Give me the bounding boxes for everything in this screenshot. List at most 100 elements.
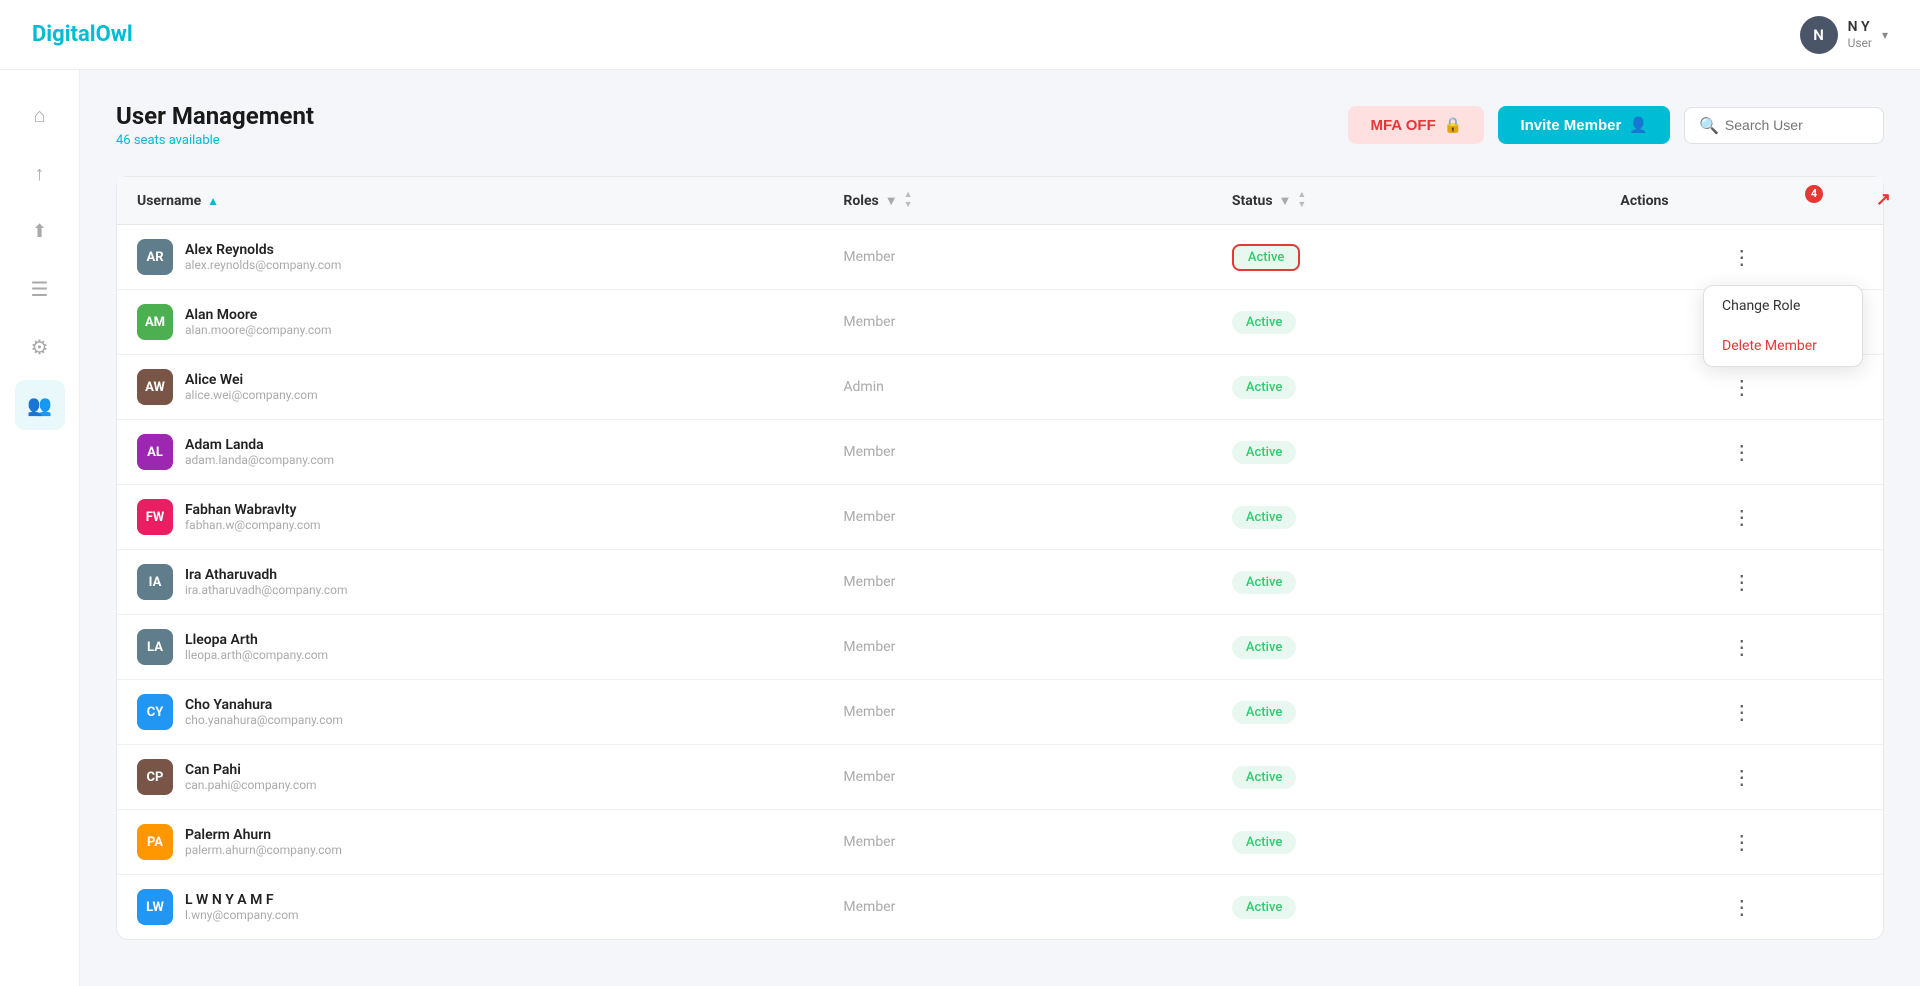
username-cell: LA Lleopa Arth lleopa.arth@company.com: [117, 615, 823, 680]
table-row: PA Palerm Ahurn palerm.ahurn@company.com…: [117, 810, 1883, 875]
user-cell: CP Can Pahi can.pahi@company.com: [137, 759, 803, 795]
page-title: User Management: [116, 102, 314, 130]
user-email: ira.atharuvadh@company.com: [185, 583, 348, 597]
user-info-cell: Palerm Ahurn palerm.ahurn@company.com: [185, 827, 342, 857]
table-row: LA Lleopa Arth lleopa.arth@company.com M…: [117, 615, 1883, 680]
user-cell: LA Lleopa Arth lleopa.arth@company.com: [137, 629, 803, 665]
table-row: CY Cho Yanahura cho.yanahura@company.com…: [117, 680, 1883, 745]
status-cell: Active: [1212, 745, 1601, 810]
user-avatar-small: LW: [137, 889, 173, 925]
sort-roles[interactable]: ▲ ▼: [904, 191, 913, 210]
username-text: Palerm Ahurn: [185, 827, 342, 843]
filter-status-icon[interactable]: ▼: [1279, 193, 1292, 209]
sort-up-icon: ▲: [1297, 191, 1306, 200]
more-actions-button[interactable]: ⋮: [1724, 501, 1760, 534]
table-body: AR Alex Reynolds alex.reynolds@company.c…: [117, 225, 1883, 940]
username-text: Alex Reynolds: [185, 242, 341, 258]
actions-dropdown: Change Role Delete Member: [1703, 285, 1863, 367]
user-info-cell: L W N Y A M F l.wny@company.com: [185, 892, 299, 922]
sidebar-item-files[interactable]: ☰: [15, 264, 65, 314]
actions-cell: ⋮: [1600, 225, 1883, 290]
role-cell: Member: [823, 745, 1212, 810]
sidebar-item-settings[interactable]: ⚙: [15, 322, 65, 372]
search-box[interactable]: 🔍: [1684, 107, 1884, 144]
role-cell: Member: [823, 810, 1212, 875]
table-row: AR Alex Reynolds alex.reynolds@company.c…: [117, 225, 1883, 290]
change-role-option[interactable]: Change Role: [1704, 286, 1862, 326]
filter-roles-icon[interactable]: ▼: [885, 193, 898, 209]
user-display-name: N Y: [1848, 18, 1872, 36]
sort-status[interactable]: ▲ ▼: [1297, 191, 1306, 210]
status-cell: Active: [1212, 290, 1601, 355]
status-cell: Active: [1212, 875, 1601, 940]
role-cell: Member: [823, 420, 1212, 485]
more-actions-button[interactable]: ⋮: [1724, 761, 1760, 794]
sidebar-item-users[interactable]: 👥: [15, 380, 65, 430]
users-icon: 👥: [27, 393, 52, 417]
search-input[interactable]: [1725, 117, 1865, 133]
user-table: Username ▲ Roles ▼ ▲ ▼: [117, 177, 1883, 939]
sidebar-item-upload[interactable]: ⬆: [15, 206, 65, 256]
user-cell: FW Fabhan Wabravlty fabhan.w@company.com: [137, 499, 803, 535]
status-badge: Active: [1232, 636, 1296, 659]
status-badge: Active: [1232, 244, 1300, 271]
export-icon: ↑: [35, 161, 45, 186]
main-content: User Management 46 seats available MFA O…: [80, 70, 1920, 986]
more-actions-button[interactable]: ⋮: [1724, 696, 1760, 729]
actions-cell: ⋮: [1600, 615, 1883, 680]
username-text: L W N Y A M F: [185, 892, 299, 908]
user-info-cell: Alex Reynolds alex.reynolds@company.com: [185, 242, 341, 272]
actions-cell: ⋮: [1600, 745, 1883, 810]
role-cell: Member: [823, 550, 1212, 615]
status-badge: Active: [1232, 506, 1296, 529]
user-avatar-small: IA: [137, 564, 173, 600]
user-info-cell: Fabhan Wabravlty fabhan.w@company.com: [185, 502, 321, 532]
more-actions-button[interactable]: ⋮: [1724, 891, 1760, 924]
actions-cell: ⋮: [1600, 550, 1883, 615]
table-row: LW L W N Y A M F l.wny@company.com Membe…: [117, 875, 1883, 940]
annotation-badge: 4: [1805, 185, 1823, 203]
status-badge: Active: [1232, 896, 1296, 919]
sort-up-icon[interactable]: ▲: [207, 194, 219, 208]
user-email: can.pahi@company.com: [185, 778, 317, 792]
status-cell: Active: [1212, 550, 1601, 615]
username-cell: CP Can Pahi can.pahi@company.com: [117, 745, 823, 810]
sidebar-item-home[interactable]: ⌂: [15, 90, 65, 140]
sidebar: ⌂ ↑ ⬆ ☰ ⚙ 👥: [0, 70, 80, 986]
table-row: FW Fabhan Wabravlty fabhan.w@company.com…: [117, 485, 1883, 550]
status-cell: Active: [1212, 810, 1601, 875]
delete-member-option[interactable]: Delete Member: [1704, 326, 1862, 366]
user-email: fabhan.w@company.com: [185, 518, 321, 532]
more-actions-button[interactable]: ⋮: [1724, 371, 1760, 404]
more-actions-button[interactable]: ⋮: [1724, 566, 1760, 599]
user-email: alex.reynolds@company.com: [185, 258, 341, 272]
username-cell: PA Palerm Ahurn palerm.ahurn@company.com: [117, 810, 823, 875]
logo-teal: Owl: [96, 22, 133, 47]
more-actions-button[interactable]: ⋮: [1724, 241, 1760, 274]
role-cell: Member: [823, 875, 1212, 940]
mfa-toggle-button[interactable]: MFA OFF 🔒: [1348, 106, 1484, 144]
more-actions-button[interactable]: ⋮: [1724, 436, 1760, 469]
username-cell: LW L W N Y A M F l.wny@company.com: [117, 875, 823, 940]
role-text: Member: [843, 444, 895, 460]
role-text: Member: [843, 704, 895, 720]
user-email: cho.yanahura@company.com: [185, 713, 343, 727]
username-text: Lleopa Arth: [185, 632, 328, 648]
username-cell: IA Ira Atharuvadh ira.atharuvadh@company…: [117, 550, 823, 615]
user-cell: AW Alice Wei alice.wei@company.com: [137, 369, 803, 405]
role-text: Member: [843, 899, 895, 915]
user-role-label: User: [1848, 36, 1872, 52]
table-row: IA Ira Atharuvadh ira.atharuvadh@company…: [117, 550, 1883, 615]
invite-member-button[interactable]: Invite Member 👤: [1498, 106, 1670, 144]
status-cell: Active: [1212, 680, 1601, 745]
sidebar-item-export[interactable]: ↑: [15, 148, 65, 198]
more-actions-button[interactable]: ⋮: [1724, 826, 1760, 859]
username-cell: AM Alan Moore alan.moore@company.com: [117, 290, 823, 355]
more-actions-button[interactable]: ⋮: [1724, 631, 1760, 664]
lock-icon: 🔒: [1444, 116, 1463, 134]
role-text: Member: [843, 249, 895, 265]
user-cell: IA Ira Atharuvadh ira.atharuvadh@company…: [137, 564, 803, 600]
username-text: Alan Moore: [185, 307, 331, 323]
user-info-cell: Lleopa Arth lleopa.arth@company.com: [185, 632, 328, 662]
user-menu[interactable]: N N Y User ▾: [1800, 16, 1888, 54]
